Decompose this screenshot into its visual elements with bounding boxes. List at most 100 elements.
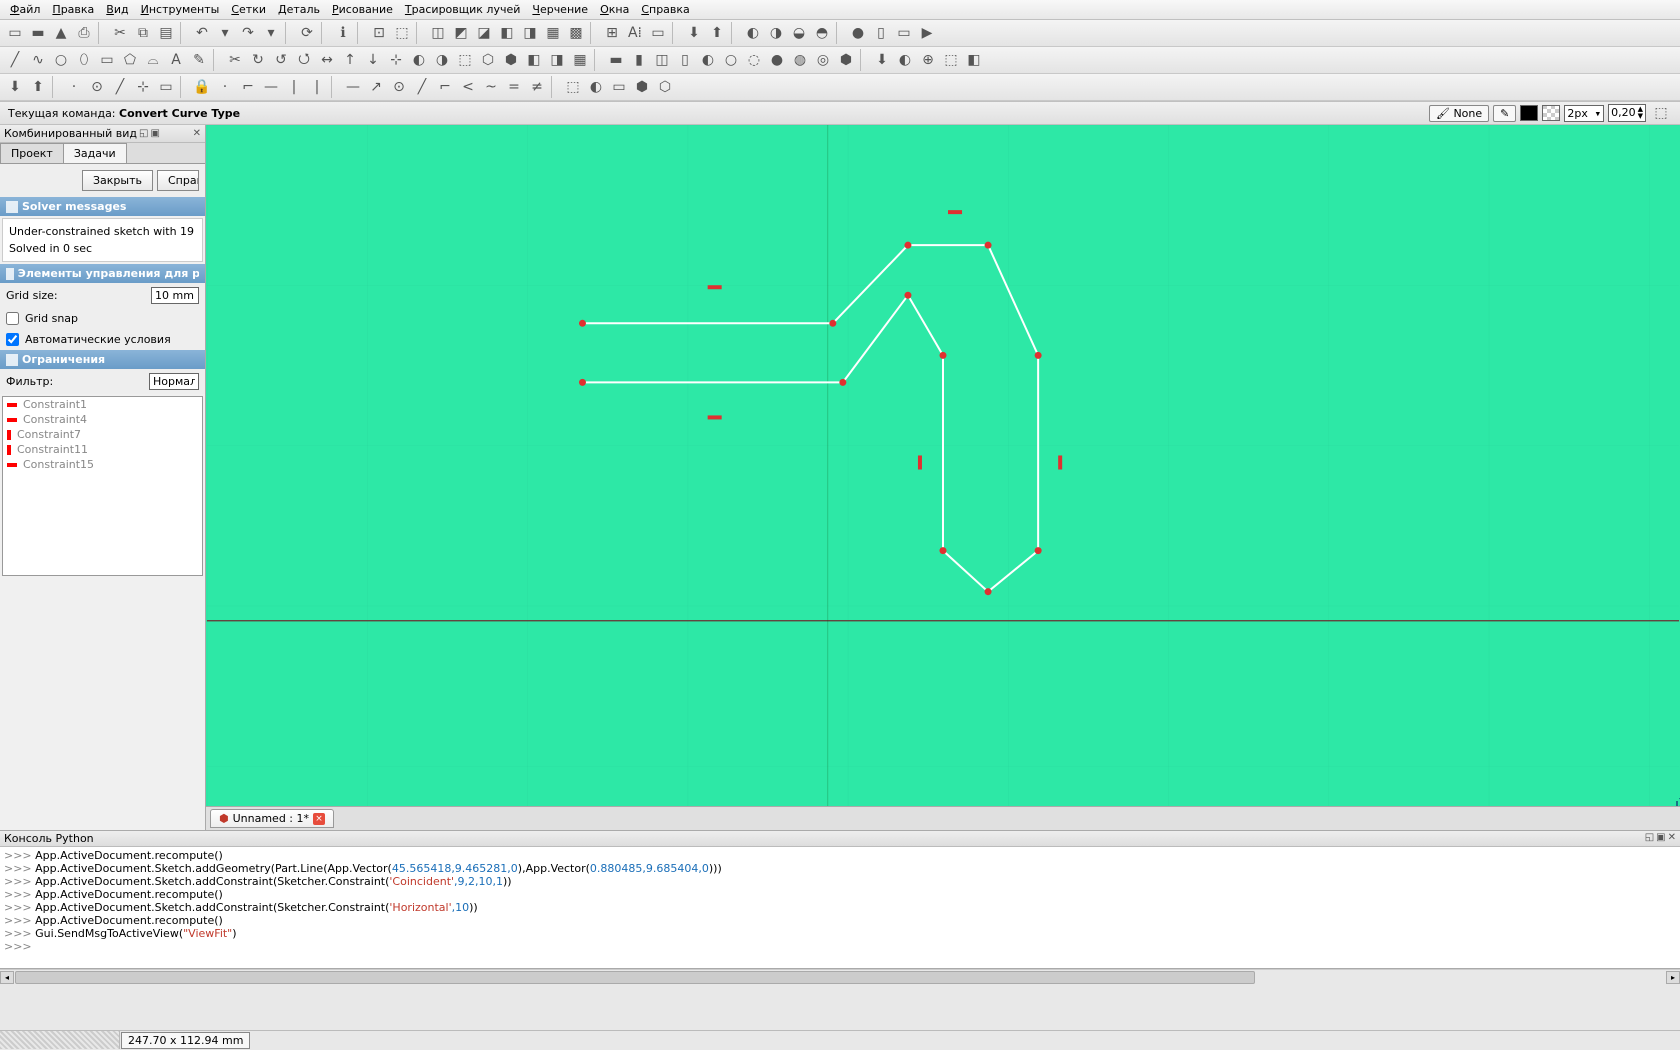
toolbar-button[interactable]: ⌐ [434,76,456,98]
toolbar-button[interactable]: ╱ [411,76,433,98]
constraint-item[interactable]: Constraint1 [3,397,202,412]
auto-constraints-checkbox[interactable] [6,333,19,346]
toolbar-button[interactable]: ▾ [214,22,236,44]
toolbar-button[interactable]: ▾ [260,22,282,44]
toolbar-button[interactable]: ↑ [339,49,361,71]
toolbar-button[interactable]: ⬚ [940,49,962,71]
toolbar-button[interactable]: ⟳ [296,22,318,44]
toolbar-button[interactable]: ◧ [963,49,985,71]
toolbar-button[interactable]: ╱ [4,49,26,71]
construction-mode-button[interactable]: ⬚ [1650,102,1672,124]
toolbar-button[interactable]: ◑ [765,22,787,44]
toolbar-button[interactable]: ◪ [473,22,495,44]
toolbar-button[interactable]: ↺ [270,49,292,71]
line-width[interactable]: 2px ▾ [1564,105,1604,122]
menu-Вид[interactable]: Вид [100,1,134,18]
toolbar-button[interactable]: ⬡ [477,49,499,71]
menu-Файл[interactable]: Файл [4,1,46,18]
undock-icon[interactable]: ◱ [139,128,148,139]
toolbar-button[interactable]: ◐ [585,76,607,98]
toolbar-button[interactable]: ◩ [450,22,472,44]
line-color[interactable] [1520,105,1538,121]
toolbar-button[interactable]: ↗ [365,76,387,98]
toolbar-button[interactable]: ◓ [811,22,833,44]
toolbar-button[interactable]: ✎ [188,49,210,71]
toolbar-button[interactable]: < [457,76,479,98]
toolbar-button[interactable]: ▶ [916,22,938,44]
toolbar-button[interactable]: A [165,49,187,71]
toolbar-button[interactable]: ↓ [362,49,384,71]
toolbar-button[interactable]: ⬚ [391,22,413,44]
toolbar-button[interactable]: ≠ [526,76,548,98]
menu-Трасировщик лучей[interactable]: Трасировщик лучей [399,1,526,18]
toolbar-button[interactable]: ◐ [697,49,719,71]
menu-Черчение[interactable]: Черчение [526,1,594,18]
toolbar-button[interactable]: ▭ [155,76,177,98]
toolbar-button[interactable]: ◐ [408,49,430,71]
toolbar-button[interactable]: ⬚ [454,49,476,71]
toolbar-button[interactable]: ⊹ [385,49,407,71]
3d-viewport[interactable]: yx [206,125,1680,806]
solver-header[interactable]: Solver messages [0,197,205,216]
grid-snap-checkbox[interactable] [6,312,19,325]
toolbar-button[interactable]: — [260,76,282,98]
constraint-item[interactable]: Constraint11 [3,442,202,457]
toolbar-button[interactable]: ◍ [789,49,811,71]
toolbar-button[interactable]: ⌐ [237,76,259,98]
tab-project[interactable]: Проект [0,143,64,163]
toolbar-button[interactable]: ↻ [247,49,269,71]
close-console-icon[interactable]: ✕ [1668,832,1676,845]
toolbar-button[interactable]: ⊙ [388,76,410,98]
toolbar-button[interactable]: ○ [50,49,72,71]
toolbar-button[interactable]: ▤ [155,22,177,44]
constraints-header[interactable]: Ограничения [0,350,205,369]
toolbar-button[interactable]: ▬ [605,49,627,71]
constraints-list[interactable]: Constraint1Constraint4Constraint7Constra… [2,396,203,576]
toolbar-button[interactable]: ▦ [542,22,564,44]
menu-Правка[interactable]: Правка [46,1,100,18]
python-console[interactable]: >>> App.ActiveDocument.recompute()>>> Ap… [0,847,1680,969]
eyedropper-button[interactable]: ✎ [1493,105,1516,122]
toolbar-button[interactable]: ▭ [96,49,118,71]
toolbar-button[interactable]: ⬠ [119,49,141,71]
toolbar-button[interactable]: ⬢ [631,76,653,98]
toolbar-button[interactable]: ⬢ [500,49,522,71]
toolbar-button[interactable]: ⬯ [73,49,95,71]
toolbar-button[interactable]: ◒ [788,22,810,44]
close-button[interactable]: Закрыть [82,170,153,191]
toolbar-button[interactable]: ◐ [894,49,916,71]
toolbar-button[interactable]: ⧉ [132,22,154,44]
close-panel-icon[interactable]: ✕ [193,128,201,139]
toolbar-button[interactable]: ▭ [647,22,669,44]
toolbar-button[interactable]: ∿ [27,49,49,71]
toolbar-button[interactable]: ○ [720,49,742,71]
toolbar-button[interactable]: ◨ [519,22,541,44]
toolbar-button[interactable]: ⬆ [27,76,49,98]
toolbar-button[interactable]: ⊙ [86,76,108,98]
toolbar-button[interactable]: ◧ [496,22,518,44]
toolbar-button[interactable]: ▦ [569,49,591,71]
toolbar-button[interactable]: · [214,76,236,98]
toolbar-button[interactable]: ⬚ [562,76,584,98]
value-spinner[interactable]: 0,20▲▼ [1608,104,1646,122]
menu-Деталь[interactable]: Деталь [272,1,326,18]
style-none-button[interactable]: 🖌 None [1429,105,1489,122]
toolbar-button[interactable]: ▭ [893,22,915,44]
toolbar-button[interactable]: ⬇ [4,76,26,98]
toolbar-button[interactable]: ⎙ [73,22,95,44]
fill-color[interactable] [1542,105,1560,121]
constraint-item[interactable]: Constraint15 [3,457,202,472]
doc-tab[interactable]: ⬢ Unnamed : 1* × [210,809,334,828]
toolbar-button[interactable]: ✂ [224,49,246,71]
toolbar-button[interactable]: 🔒 [191,76,213,98]
toolbar-button[interactable]: ◎ [812,49,834,71]
tab-tasks[interactable]: Задачи [63,143,127,163]
toolbar-button[interactable]: ↷ [237,22,259,44]
toolbar-button[interactable]: ⬆ [706,22,728,44]
close-tab-icon[interactable]: × [313,813,325,825]
toolbar-button[interactable]: ⊕ [917,49,939,71]
toolbar-button[interactable]: ⊹ [132,76,154,98]
toolbar-button[interactable]: ◧ [523,49,545,71]
float-icon[interactable]: ▣ [150,128,159,139]
scroll-right-icon[interactable]: ▸ [1666,971,1680,984]
